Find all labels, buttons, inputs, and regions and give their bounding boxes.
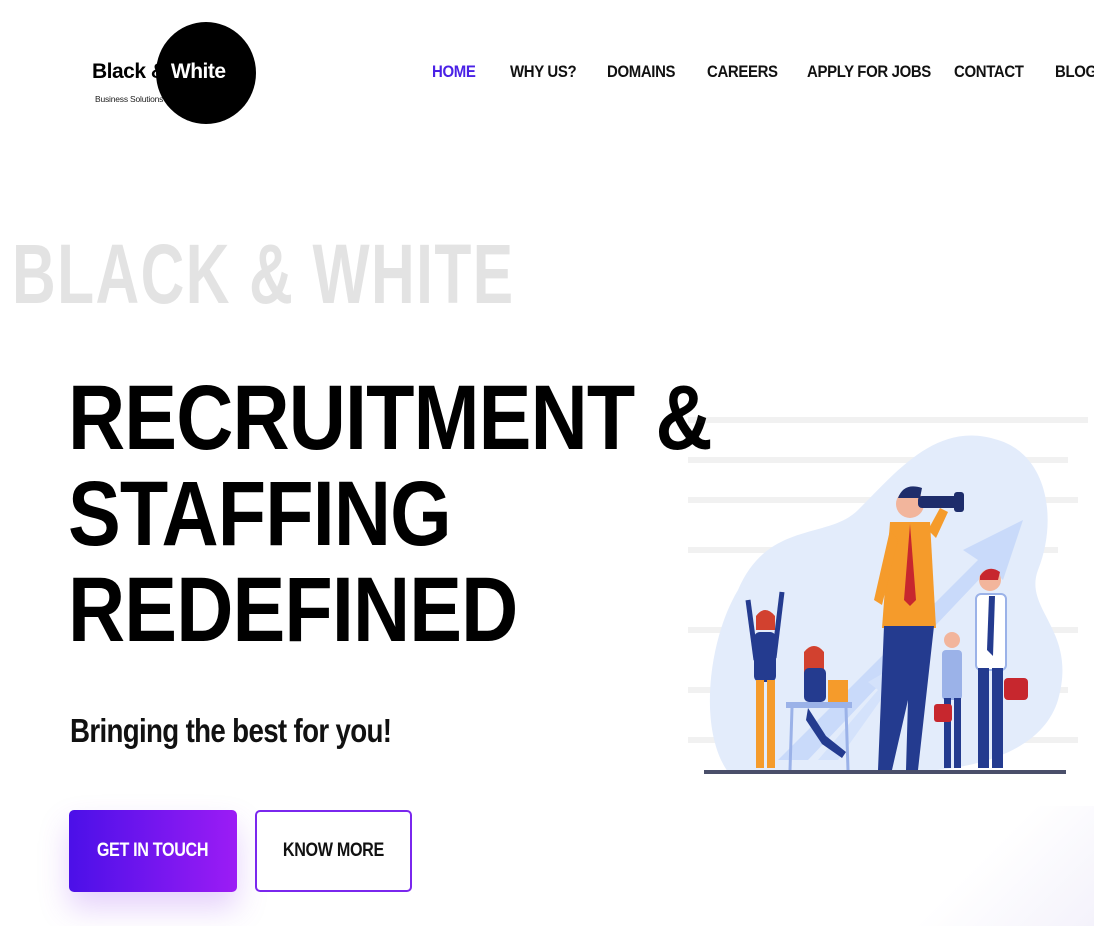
nav-item-careers[interactable]: CAREERS [707,62,778,82]
nav-item-contact[interactable]: CONTACT [954,62,1024,82]
get-in-touch-label: GET IN TOUCH [97,840,209,861]
nav-item-why-us[interactable]: WHY US? [510,62,577,82]
hero-subtitle: Bringing the best for you! [70,712,392,749]
ground-line [704,770,1066,774]
logo-tagline: Business Solutions [95,94,164,104]
headline-line-1: RECRUITMENT & [68,367,713,469]
know-more-label: KNOW MORE [282,840,385,861]
know-more-button[interactable]: KNOW MORE [255,810,412,892]
hero-headline: RECRUITMENT & STAFFING REDEFINED [68,367,713,661]
nav-item-blog[interactable]: BLOG [1055,62,1094,82]
main-nav: HOME WHY US? DOMAINS CAREERS APPLY FOR J… [430,62,1094,90]
nav-item-apply-for-jobs[interactable]: APPLY FOR JOBS [807,62,931,82]
logo-brand: Black & White [92,60,226,84]
headline-line-2: STAFFING [68,463,452,565]
background-decoration [914,806,1094,926]
get-in-touch-button[interactable]: GET IN TOUCH [69,810,237,892]
logo-brand-white: White [170,60,226,83]
hero-watermark: BLACK & WHITE [12,227,515,321]
nav-item-domains[interactable]: DOMAINS [607,62,676,82]
site-logo[interactable]: Black & White Business Solutions [92,22,256,126]
headline-line-3: REDEFINED [68,559,518,661]
nav-item-home[interactable]: HOME [432,62,476,82]
logo-brand-black: Black & [92,60,166,83]
recruitment-team-illustration [688,417,1088,774]
